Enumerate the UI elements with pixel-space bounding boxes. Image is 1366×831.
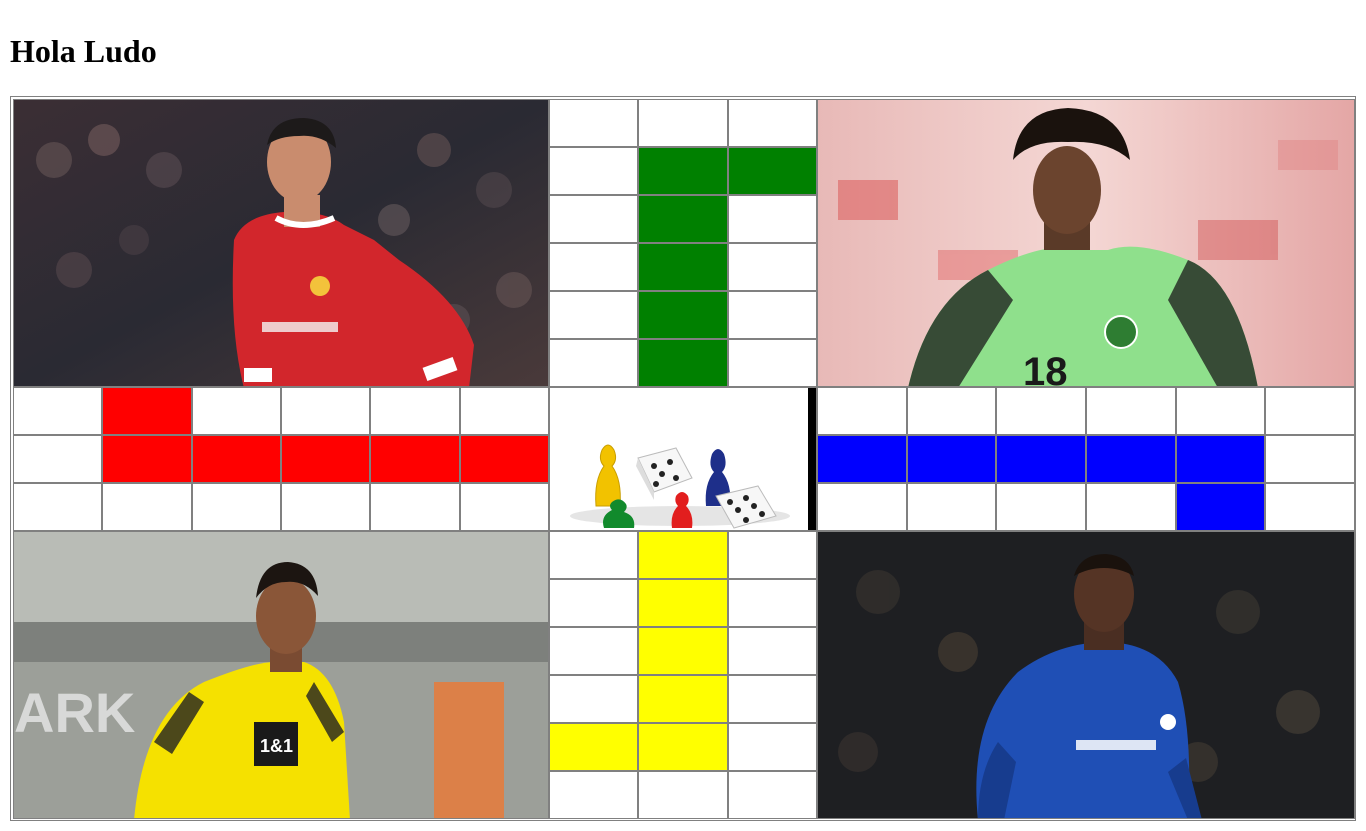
- left-track-cell-empty: [13, 435, 103, 483]
- home-divider: [808, 388, 816, 530]
- left-track-cell-empty: [370, 387, 460, 435]
- bottom-track-cell-empty: [727, 771, 817, 819]
- top-track-cell-empty: [727, 291, 817, 339]
- bottom-track-cell-empty: [727, 531, 817, 579]
- bottom-track-cell-empty: [549, 627, 639, 675]
- left-track-cell-red: [102, 387, 192, 435]
- right-track-cell-empty: [817, 387, 907, 435]
- bottom-track-cell-empty: [727, 627, 817, 675]
- left-track-cell-empty: [13, 483, 103, 531]
- top-track-cell-green: [638, 147, 728, 195]
- left-track-cell-empty: [459, 387, 549, 435]
- player-photo-yellow-jersey: ARK 1&1: [13, 531, 549, 819]
- right-track-cell-empty: [996, 387, 1086, 435]
- right-track-cell-empty: [1265, 387, 1355, 435]
- svg-text:ARK: ARK: [14, 681, 135, 744]
- bottom-track-cell-empty: [727, 723, 817, 771]
- top-track-cell-empty: [549, 147, 639, 195]
- top-track-cell-empty: [727, 243, 817, 291]
- player-photo-red-jersey: [13, 99, 549, 387]
- right-track-cell-blue: [1175, 483, 1266, 531]
- top-track-cell-green: [638, 195, 728, 243]
- right-track-cell-empty: [817, 483, 907, 531]
- top-track-cell-green: [638, 339, 728, 387]
- top-track-cell-empty: [727, 339, 817, 387]
- top-track-cell-empty: [727, 195, 817, 243]
- left-track-cell-empty: [370, 483, 460, 531]
- svg-text:18: 18: [1023, 350, 1068, 387]
- left-track-cell-empty: [281, 483, 371, 531]
- bottom-track-cell-empty: [549, 531, 639, 579]
- left-track-cell-red: [102, 435, 192, 483]
- left-track-cell-red: [191, 435, 281, 483]
- left-track: [13, 387, 549, 531]
- player-photo-blue-jersey: [817, 531, 1355, 819]
- right-track-cell-blue: [906, 435, 997, 483]
- bottom-track-cell-empty: [727, 675, 817, 723]
- top-track-cell-empty: [549, 99, 639, 147]
- top-track-cell-empty: [549, 195, 639, 243]
- right-track-cell-empty: [906, 483, 997, 531]
- right-track-cell-empty: [1175, 387, 1266, 435]
- top-track-cell-green: [727, 147, 817, 195]
- bottom-track-cell-empty: [549, 675, 639, 723]
- right-track-cell-blue: [1086, 435, 1176, 483]
- left-track-cell-red: [370, 435, 460, 483]
- top-track-cell-empty: [549, 291, 639, 339]
- right-track-cell-blue: [817, 435, 907, 483]
- right-track-cell-blue: [1175, 435, 1266, 483]
- bottom-track-cell-empty: [549, 579, 639, 627]
- right-track-cell-empty: [996, 483, 1086, 531]
- right-track-cell-empty: [1265, 435, 1355, 483]
- right-track-cell-empty: [1265, 483, 1355, 531]
- top-track-cell-green: [638, 243, 728, 291]
- left-track-cell-empty: [13, 387, 103, 435]
- ludo-board: 18 ARK 1&1: [10, 96, 1356, 821]
- bottom-track-cell-yellow: [638, 531, 728, 579]
- bottom-track-cell-yellow: [549, 723, 639, 771]
- left-track-cell-empty: [191, 387, 281, 435]
- left-track-cell-empty: [191, 483, 281, 531]
- top-track-cell-empty: [727, 99, 817, 147]
- right-track-cell-blue: [996, 435, 1086, 483]
- left-track-cell-red: [459, 435, 549, 483]
- player-photo-green-jersey: 18: [817, 99, 1355, 387]
- left-track-cell-red: [281, 435, 371, 483]
- top-track: [549, 99, 817, 387]
- bottom-track-cell-yellow: [638, 579, 728, 627]
- bottom-track-cell-yellow: [638, 675, 728, 723]
- top-track-cell-empty: [549, 243, 639, 291]
- right-track-cell-empty: [906, 387, 997, 435]
- left-track-cell-empty: [459, 483, 549, 531]
- ludo-pieces-and-dice-icon: [550, 388, 816, 530]
- bottom-track: [549, 531, 817, 819]
- right-track: [817, 387, 1355, 531]
- bottom-track-cell-yellow: [638, 627, 728, 675]
- bottom-track-cell-empty: [727, 579, 817, 627]
- right-track-cell-empty: [1086, 387, 1176, 435]
- bottom-track-cell-yellow: [638, 723, 728, 771]
- top-track-cell-empty: [638, 99, 728, 147]
- top-track-cell-green: [638, 291, 728, 339]
- svg-text:1&1: 1&1: [260, 736, 293, 756]
- right-track-cell-empty: [1086, 483, 1176, 531]
- page-title: Hola Ludo: [10, 33, 157, 69]
- home-center: [549, 387, 817, 531]
- bottom-track-cell-empty: [638, 771, 728, 819]
- bottom-track-cell-empty: [549, 771, 639, 819]
- left-track-cell-empty: [281, 387, 371, 435]
- left-track-cell-empty: [102, 483, 192, 531]
- top-track-cell-empty: [549, 339, 639, 387]
